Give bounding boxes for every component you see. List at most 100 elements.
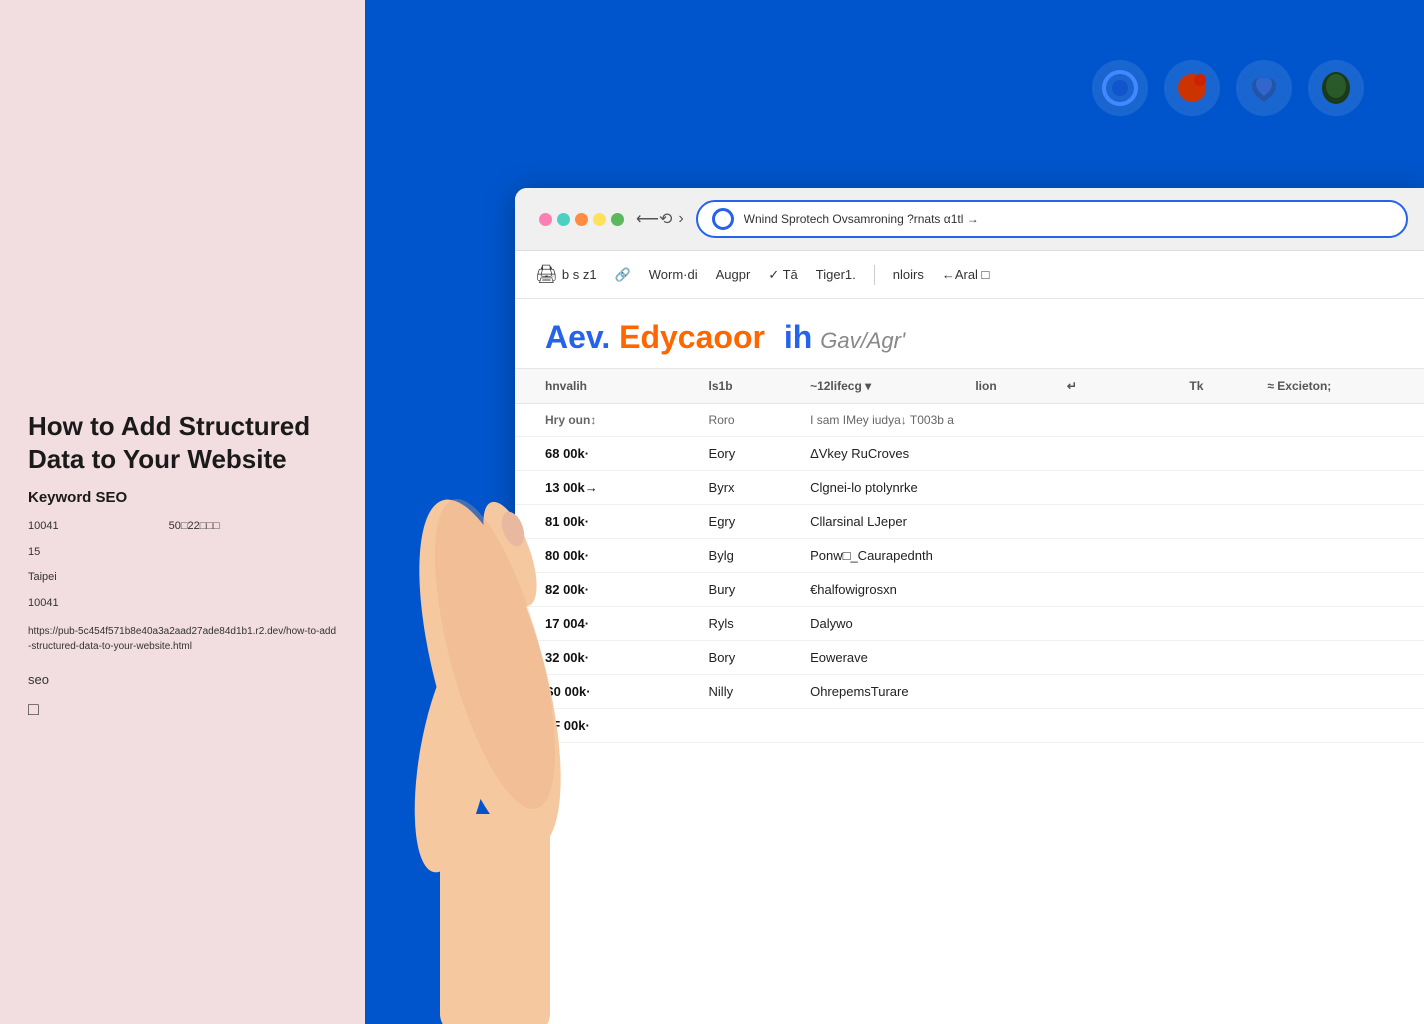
cell-col3: OhrepemsTurare [796,675,1424,709]
toolbar-item-nloirs[interactable]: nloirs [893,267,924,282]
sidebar-icon: □ [28,699,337,720]
th-empty [1123,369,1175,404]
dot-yellow [593,213,606,226]
cell-col3: Clgnei-lo ptolynrke [796,471,1424,505]
page-header: Aev. Edycaoor ih Gav/Agr' [515,299,1424,368]
dot-teal [557,213,570,226]
table-row: 32 00k· Bory Eowerave [515,641,1424,675]
sidebar-title: How to Add Structured Data to Your Websi… [28,410,337,475]
sidebar-meta-line1: 10041 50□22□□□ [28,518,337,536]
table-row: 80 00k· Bylg Ponw□_Caurapednth [515,539,1424,573]
table-row: 81 00k· Egry Cllarsinal LJeper [515,505,1424,539]
forward-icon[interactable]: › [678,210,683,228]
data-table: hnvalih ls1b ~12lifecg ▾ lion ↵ Tk ≈ Exc… [515,368,1424,743]
top-icon-3 [1236,60,1292,116]
cell-col3: Eowerave [796,641,1424,675]
toolbar-item-2[interactable]: 🔗 [615,267,631,283]
toolbar-label-1: b s z1 [562,267,597,282]
top-icon-4 [1308,60,1364,116]
toolbar-item-tiger[interactable]: Tiger1. [816,267,856,282]
sidebar-meta-line4: 10041 [28,595,337,613]
cell-col1: 81 00k· [515,505,695,539]
toolbar-label-ta: ✓ Tā [768,267,797,283]
toolbar-label-nloirs: nloirs [893,267,924,282]
toolbar-label-aral: ←Aral □ [942,267,990,282]
cell-col2: Nilly [695,675,797,709]
toolbar-item-worm[interactable]: Worm·di [649,267,698,282]
cell-col1: 82 00k· [515,573,695,607]
table-subheader-row: Hry oun↕ Roro I sam IMey iudya↓ T003b a [515,404,1424,437]
cell-col2: Bylg [695,539,797,573]
toolbar-label-worm: Worm·di [649,267,698,282]
top-icons-area [1092,60,1364,116]
cell-col1: 17 004· [515,607,695,641]
th-lstb: ls1b [695,369,797,404]
sidebar-meta-line3: Taipei [28,569,337,587]
address-text: Wnind Sprotech Ovsamroning ?rnats α1tl → [744,212,979,226]
page-title-text2: Edycaoor [619,319,765,355]
top-icon-2 [1164,60,1220,116]
sidebar-tag: seo [28,672,337,687]
cell-col3: Ponw□_Caurapednth [796,539,1424,573]
table-row: 82 00k· Bury €halfowigrosxn [515,573,1424,607]
cell-col1: 8F 00k· [515,709,695,743]
back-icon[interactable]: ⟵⟲ [636,209,672,229]
table-row: 17 004· Ryls Dalywo [515,607,1424,641]
cell-col3: €halfowigrosxn [796,573,1424,607]
toolbar-label-augpr: Augpr [716,267,751,282]
cell-col1: 68 00k· [515,437,695,471]
toolbar-item-aral[interactable]: ←Aral □ [942,267,990,282]
main-area: ⟵⟲ › Wnind Sprotech Ovsamroning ?rnats α… [365,0,1424,1024]
toolbar-item-ta[interactable]: ✓ Tā [768,267,797,283]
cell-col2: Egry [695,505,797,539]
sidebar-url: https://pub-5c454f571b8e40a3a2aad27ade84… [28,624,337,654]
th-lion: lion [961,369,1053,404]
nav-icons[interactable]: ⟵⟲ › [636,209,684,229]
toolbar-item-1[interactable]: 🖨 b s z1 [535,264,597,285]
th-lifecg: ~12lifecg ▾ [796,369,961,404]
cell-col3: Cllarsinal LJeper [796,505,1424,539]
cell-col1: S0 00k· [515,675,695,709]
top-icon-1 [1092,60,1148,116]
cell-col2: Byrx [695,471,797,505]
cell-col2 [695,709,797,743]
browser-toolbar: 🖨 b s z1 🔗 Worm·di Augpr ✓ Tā Tiger1. nl… [515,251,1424,299]
browser-content: Aev. Edycaoor ih Gav/Agr' hnvalih ls1b ~… [515,299,1424,1024]
th-excieton: ≈ Excieton; [1253,369,1424,404]
subheader-col2: Roro [695,404,797,437]
th-hnvalih: hnvalih [515,369,695,404]
sidebar-meta-line2: 15 [28,544,337,562]
table-row: 13 00k→ Byrx Clgnei-lo ptolynrke [515,471,1424,505]
table-row: 68 00k· Eory ΔVkey RuCroves [515,437,1424,471]
toolbar-separator [874,265,875,285]
cell-col1: 80 00k· [515,539,695,573]
th-tk: Tk [1175,369,1253,404]
page-title-text1: Aev. [545,319,610,355]
cell-col3 [796,709,1424,743]
cell-col2: Bory [695,641,797,675]
cell-col1: 13 00k→ [515,471,695,505]
address-bar[interactable]: Wnind Sprotech Ovsamroning ?rnats α1tl → [696,200,1408,238]
dot-pink [539,213,552,226]
toolbar-item-augpr[interactable]: Augpr [716,267,751,282]
traffic-lights [531,213,624,226]
toolbar-icon-2: 🔗 [615,267,631,283]
subheader-col3: I sam IMey iudya↓ T003b a [796,404,1424,437]
page-subtitle: Gav/Agr' [820,328,905,354]
browser-topbar: ⟵⟲ › Wnind Sprotech Ovsamroning ?rnats α… [515,188,1424,251]
subheader-col1: Hry oun↕ [515,404,695,437]
page-title-part1: Aev. Edycaoor ih [545,319,812,356]
table-body: 68 00k· Eory ΔVkey RuCroves 13 00k→ Byrx… [515,437,1424,743]
table-row: 8F 00k· [515,709,1424,743]
toolbar-icon-1: 🖨 [535,264,558,285]
browser-window: ⟵⟲ › Wnind Sprotech Ovsamroning ?rnats α… [515,188,1424,1024]
cell-col3: ΔVkey RuCroves [796,437,1424,471]
dot-green [611,213,624,226]
cell-col2: Bury [695,573,797,607]
dot-orange [575,213,588,226]
th-return: ↵ [1053,369,1124,404]
cell-col1: 32 00k· [515,641,695,675]
table-row: S0 00k· Nilly OhrepemsTurare [515,675,1424,709]
sidebar-subtitle: Keyword SEO [28,489,337,506]
sidebar: How to Add Structured Data to Your Websi… [0,0,365,1024]
